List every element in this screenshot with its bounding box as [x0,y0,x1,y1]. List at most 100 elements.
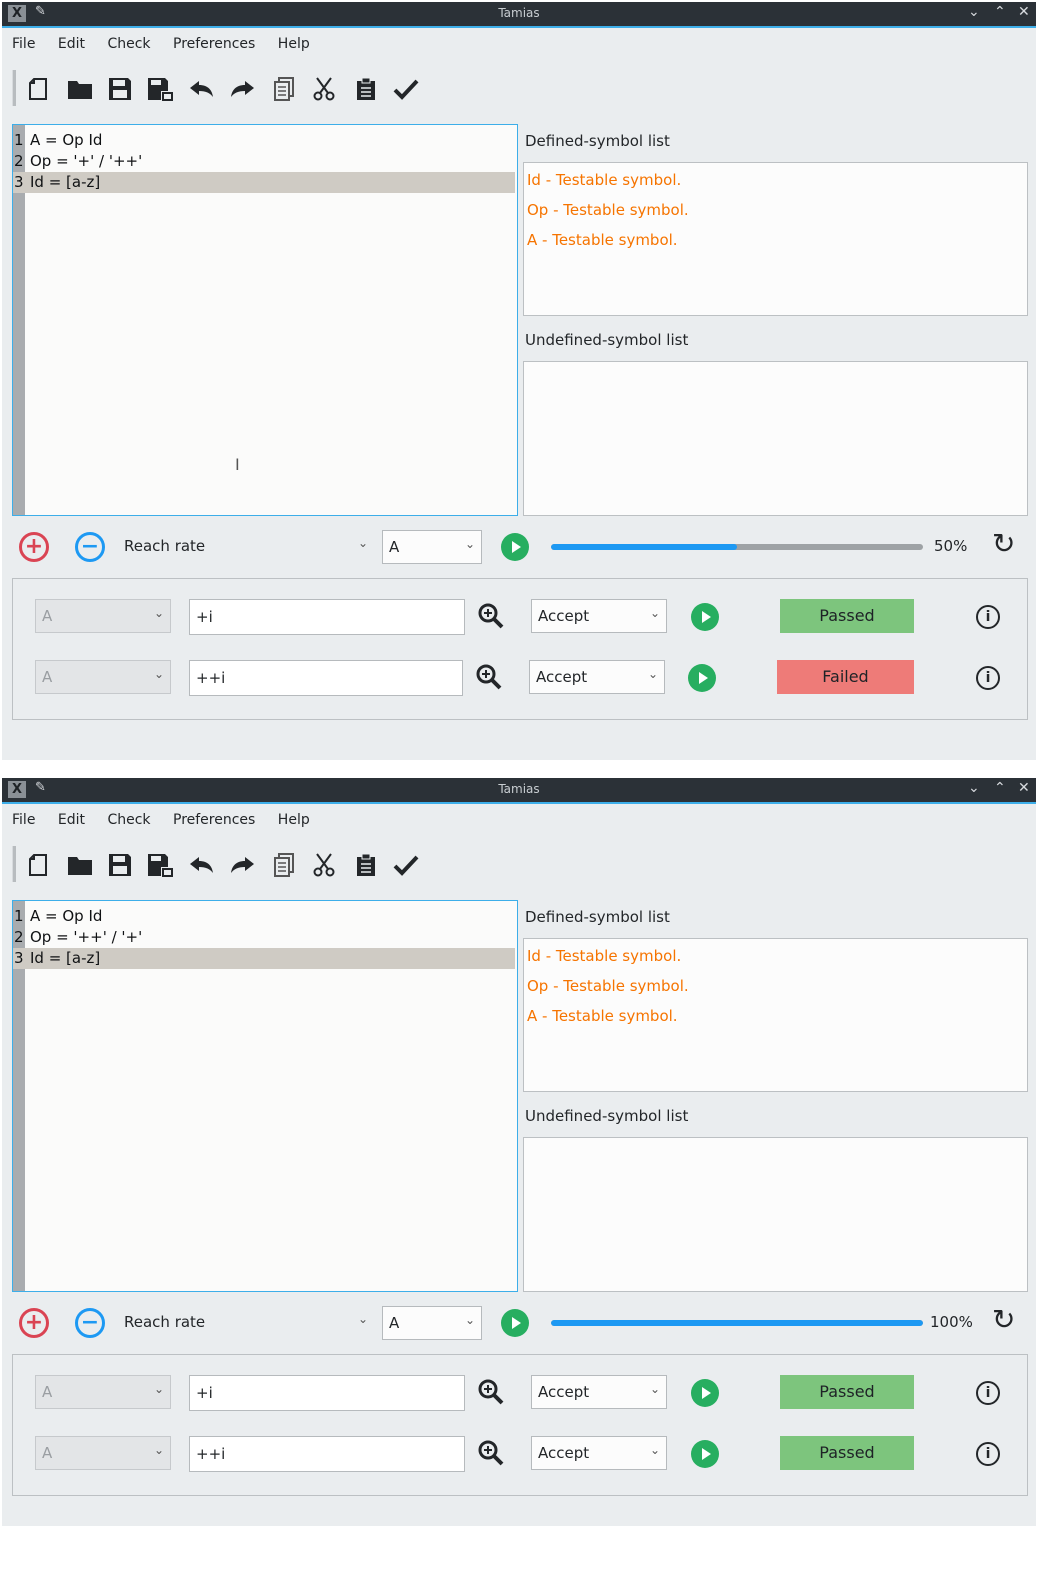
menu-file[interactable]: File [12,812,35,828]
start-symbol-select[interactable]: A ⌄ [382,530,482,564]
editor-line[interactable]: 2 Op = '++' / '+' [13,927,517,948]
run-all-button[interactable] [501,1309,529,1337]
test-symbol-select[interactable]: A ⌄ [35,660,171,694]
test-input-field[interactable]: ++i [189,660,463,696]
menu-edit[interactable]: Edit [58,36,85,52]
paste-icon[interactable] [352,851,380,879]
chevron-down-icon: ⌄ [153,667,164,681]
editor-line[interactable]: 2 Op = '+' / '++' [13,151,517,172]
run-test-button[interactable] [691,1440,719,1468]
toolbar-grip[interactable] [12,70,16,106]
expectation-select[interactable]: Accept ⌄ [531,1436,667,1470]
expectation-select[interactable]: Accept ⌄ [531,1375,667,1409]
test-input-value: ++i [196,1445,226,1463]
metric-select[interactable]: Reach rate ⌄ [118,1306,374,1340]
editor-line-current[interactable]: 3 Id = [a-z] [13,948,515,969]
metric-select[interactable]: Reach rate ⌄ [118,530,374,564]
info-icon[interactable]: i [976,605,1000,629]
menu-check[interactable]: Check [107,812,150,828]
test-input-field[interactable]: ++i [189,1436,465,1472]
status-badge-passed: Passed [780,599,914,633]
open-folder-icon[interactable] [66,75,94,103]
list-item[interactable]: Id - Testable symbol. [527,171,681,189]
reset-icon[interactable]: ↻ [992,1303,1015,1336]
open-folder-icon[interactable] [66,851,94,879]
zoom-icon[interactable] [477,602,505,636]
minimize-icon[interactable]: ⌄ [968,4,980,20]
menu-edit[interactable]: Edit [58,812,85,828]
list-item[interactable]: Op - Testable symbol. [527,977,689,995]
info-icon[interactable]: i [976,1442,1000,1466]
cut-icon[interactable] [310,851,338,879]
menu-preferences[interactable]: Preferences [173,36,255,52]
expectation-value: Accept [536,668,588,686]
menu-help[interactable]: Help [278,812,310,828]
list-item[interactable]: A - Testable symbol. [527,1007,678,1025]
grammar-editor[interactable]: 1 A = Op Id 2 Op = '++' / '+' 3 Id = [a-… [12,900,518,1292]
list-item[interactable]: A - Testable symbol. [527,231,678,249]
run-test-button[interactable] [691,1379,719,1407]
defined-symbol-list[interactable]: Id - Testable symbol. Op - Testable symb… [523,938,1028,1092]
test-input-field[interactable]: +i [189,599,465,635]
save-icon[interactable] [106,851,134,879]
maximize-icon[interactable]: ⌃ [994,780,1006,796]
undo-icon[interactable] [188,851,216,879]
add-test-button[interactable]: + [19,1308,49,1338]
test-input-field[interactable]: +i [189,1375,465,1411]
new-file-icon[interactable] [24,75,52,103]
paste-icon[interactable] [352,75,380,103]
save-as-icon[interactable] [146,851,174,879]
copy-icon[interactable] [270,851,298,879]
minimize-icon[interactable]: ⌄ [968,780,980,796]
redo-icon[interactable] [228,75,256,103]
menu-help[interactable]: Help [278,36,310,52]
run-all-button[interactable] [501,533,529,561]
defined-symbol-label: Defined-symbol list [525,908,670,926]
editor-line-current[interactable]: 3 Id = [a-z] [13,172,515,193]
menu-preferences[interactable]: Preferences [173,812,255,828]
undefined-symbol-list[interactable] [523,1137,1028,1292]
zoom-icon[interactable] [477,1378,505,1412]
zoom-icon[interactable] [477,1439,505,1473]
new-file-icon[interactable] [24,851,52,879]
cut-icon[interactable] [310,75,338,103]
save-as-icon[interactable] [146,75,174,103]
undo-icon[interactable] [188,75,216,103]
run-test-button[interactable] [691,603,719,631]
info-icon[interactable]: i [976,666,1000,690]
redo-icon[interactable] [228,851,256,879]
expectation-select[interactable]: Accept ⌄ [529,660,665,694]
maximize-icon[interactable]: ⌃ [994,4,1006,20]
close-icon[interactable]: ✕ [1018,780,1030,796]
undefined-symbol-list[interactable] [523,361,1028,516]
check-icon[interactable] [392,851,420,879]
grammar-editor[interactable]: 1 A = Op Id 2 Op = '+' / '++' 3 Id = [a-… [12,124,518,516]
check-icon[interactable] [392,75,420,103]
editor-line[interactable]: 1 A = Op Id [13,130,517,151]
menu-bar: File Edit Check Preferences Help [12,36,328,58]
test-cases-panel: A ⌄ +i Accept ⌄ Passed i A ⌄ ++i Accept … [12,578,1028,720]
list-item[interactable]: Id - Testable symbol. [527,947,681,965]
menu-check[interactable]: Check [107,36,150,52]
editor-line[interactable]: 1 A = Op Id [13,906,517,927]
remove-test-button[interactable]: − [75,532,105,562]
close-icon[interactable]: ✕ [1018,4,1030,20]
add-test-button[interactable]: + [19,532,49,562]
reset-icon[interactable]: ↻ [992,527,1015,560]
info-icon[interactable]: i [976,1381,1000,1405]
test-symbol-select[interactable]: A ⌄ [35,599,171,633]
start-symbol-select[interactable]: A ⌄ [382,1306,482,1340]
save-icon[interactable] [106,75,134,103]
copy-icon[interactable] [270,75,298,103]
test-symbol-select[interactable]: A ⌄ [35,1436,171,1470]
remove-test-button[interactable]: − [75,1308,105,1338]
run-test-button[interactable] [688,664,716,692]
zoom-icon[interactable] [475,663,503,697]
defined-symbol-list[interactable]: Id - Testable symbol. Op - Testable symb… [523,162,1028,316]
toolbar-grip[interactable] [12,846,16,882]
list-item[interactable]: Op - Testable symbol. [527,201,689,219]
menu-file[interactable]: File [12,36,35,52]
expectation-select[interactable]: Accept ⌄ [531,599,667,633]
progress-percent: 50% [934,537,968,555]
test-symbol-select[interactable]: A ⌄ [35,1375,171,1409]
